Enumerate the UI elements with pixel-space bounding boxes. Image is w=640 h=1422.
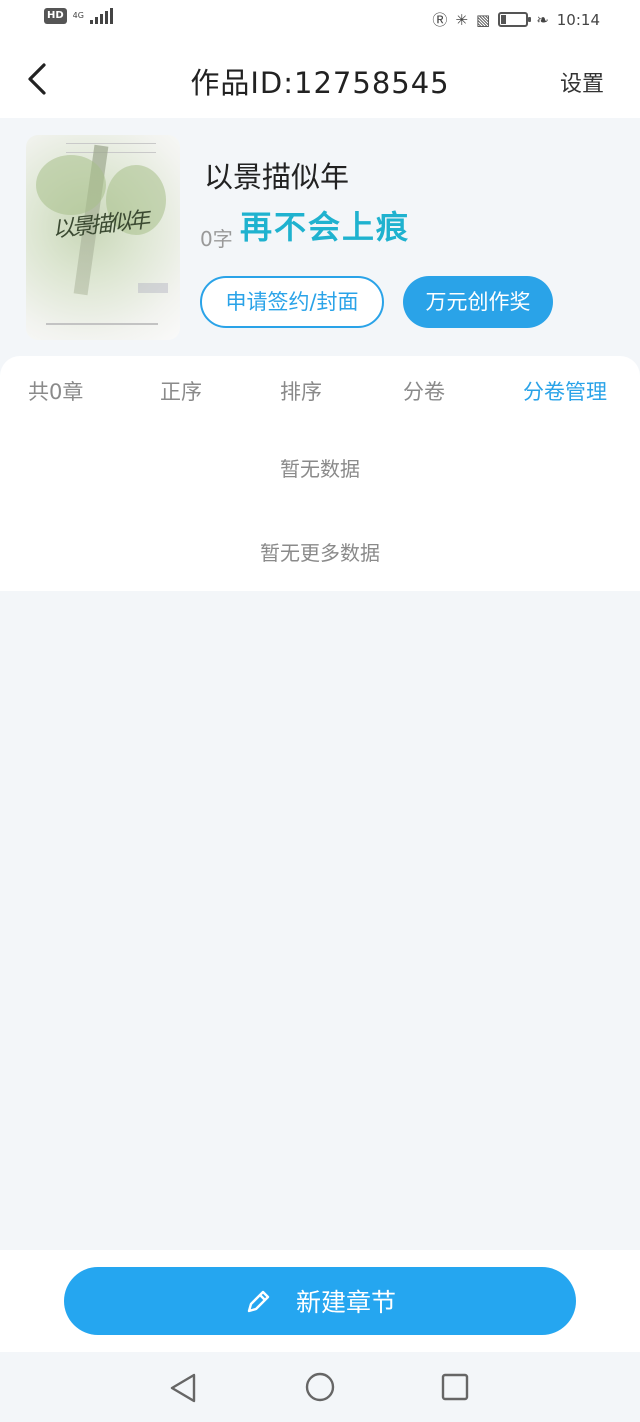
bluetooth-icon: ✳	[455, 10, 468, 29]
word-count: 0字	[200, 227, 233, 251]
cover-header-lines	[66, 143, 156, 153]
signal-icon	[89, 8, 113, 24]
book-info: 以景描似年 以景描似年 0字 再不会上痕 申请签约/封面 万元创作奖	[0, 118, 640, 356]
chapter-panel: 共0章 正序 排序 分卷 分卷管理 暂无数据 暂无更多数据	[0, 356, 640, 591]
chapter-tabs: 共0章 正序 排序 分卷 分卷管理	[0, 356, 640, 428]
cover-foliage	[36, 155, 106, 215]
apply-contract-cover-button[interactable]: 申请签约/封面	[200, 276, 384, 328]
cover-stamp	[138, 283, 168, 293]
pencil-icon	[247, 1290, 270, 1313]
nav-home-icon[interactable]	[305, 1372, 335, 1402]
new-chapter-label: 新建章节	[295, 1288, 396, 1317]
tab-volumes[interactable]: 分卷	[403, 376, 445, 406]
system-nav-bar	[0, 1352, 640, 1422]
network-type: 4G	[72, 11, 84, 20]
clock: 10:14	[556, 10, 600, 29]
bottom-bar: 新建章节	[0, 1250, 640, 1352]
page-title: 作品ID:12758545	[190, 66, 450, 100]
vibrate-icon: ▧	[476, 10, 491, 29]
book-cover[interactable]: 以景描似年	[26, 135, 180, 340]
nfc-icon: Ⓡ	[432, 11, 448, 29]
watermark-text: 再不会上痕	[240, 208, 411, 246]
cover-footer-line	[46, 323, 158, 325]
no-data-text: 暂无数据	[280, 457, 360, 481]
tab-volume-management[interactable]: 分卷管理	[523, 376, 607, 406]
tab-sort[interactable]: 排序	[280, 376, 322, 406]
tab-chapter-count[interactable]: 共0章	[28, 376, 83, 406]
book-title: 以景描似年	[204, 160, 350, 194]
nav-recents-icon[interactable]	[441, 1373, 469, 1401]
leaf-icon: ❧	[536, 10, 549, 29]
status-bar: HD 4G Ⓡ ✳ ▧ ❧ 10:14	[0, 0, 640, 40]
settings-button[interactable]: 设置	[560, 66, 604, 98]
battery-icon	[498, 12, 532, 27]
tab-ascending[interactable]: 正序	[160, 376, 202, 406]
new-chapter-button[interactable]: 新建章节	[64, 1267, 576, 1335]
nav-back-icon[interactable]	[168, 1372, 198, 1404]
hd-badge: HD	[44, 8, 67, 24]
title-bar: 作品ID:12758545 设置	[0, 40, 640, 118]
status-left: HD 4G	[44, 8, 113, 24]
no-more-data-text: 暂无更多数据	[260, 541, 380, 565]
status-right: Ⓡ ✳ ▧ ❧ 10:14	[432, 9, 600, 30]
creation-award-button[interactable]: 万元创作奖	[403, 276, 553, 328]
